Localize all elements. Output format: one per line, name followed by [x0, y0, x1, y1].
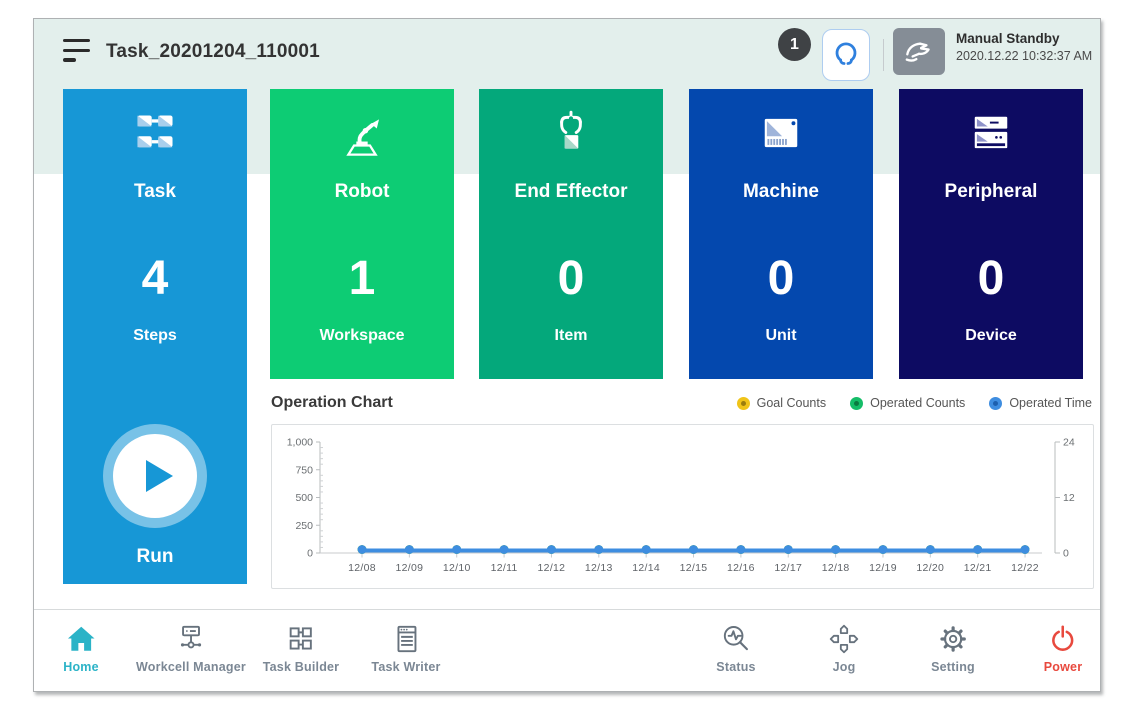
task-steps-icon [63, 103, 247, 163]
app-window: Task_20201204_110001 1 [33, 18, 1101, 692]
card-value: 0 [689, 251, 873, 306]
chart-legend: Goal Counts Operated Counts Operated Tim… [737, 396, 1092, 410]
machine-icon [689, 103, 873, 163]
manual-mode-tile[interactable] [893, 28, 945, 75]
svg-text:12/22: 12/22 [1011, 562, 1039, 574]
nav-item-workcell-manager[interactable]: Workcell Manager [136, 610, 246, 674]
svg-text:12: 12 [1063, 492, 1075, 504]
card-task[interactable]: Task 4 Steps Run [63, 89, 247, 584]
bottom-nav: Home Workcell Manager [34, 610, 1100, 692]
task-builder-icon [284, 622, 318, 656]
run-button[interactable] [103, 424, 207, 528]
svg-text:12/14: 12/14 [632, 562, 660, 574]
operated-counts-dot-icon [850, 397, 863, 410]
play-icon [146, 460, 173, 492]
legend-operated-counts: Operated Counts [850, 396, 965, 410]
card-value: 4 [63, 251, 247, 306]
power-icon [1046, 622, 1080, 656]
nav-item-power[interactable]: Power [1044, 610, 1083, 674]
card-unit: Steps [63, 327, 247, 345]
legend-operated-time: Operated Time [989, 396, 1092, 410]
chart-title: Operation Chart [271, 394, 393, 412]
card-end-effector[interactable]: End Effector 0 Item [479, 89, 663, 379]
operated-time-dot-icon [989, 397, 1002, 410]
run-label: Run [63, 546, 247, 568]
card-value: 0 [899, 251, 1083, 306]
card-name: Task [63, 181, 247, 203]
svg-text:12/09: 12/09 [395, 562, 423, 574]
nav-item-task-writer[interactable]: Task Writer [371, 610, 440, 674]
svg-text:250: 250 [295, 520, 313, 532]
card-unit: Unit [689, 327, 873, 345]
nav-item-home[interactable]: Home [63, 610, 99, 674]
operation-chart: 1,000 750 500 250 0 24 12 0 12/08 12/09 12/10 12/11… [271, 424, 1094, 589]
hamburger-menu-icon[interactable] [63, 39, 90, 64]
task-title: Task_20201204_110001 [106, 41, 320, 63]
status-mode-label: Manual Standby [956, 31, 1092, 46]
task-writer-icon [389, 622, 423, 656]
notification-badge[interactable]: 1 [778, 28, 811, 61]
svg-text:1,000: 1,000 [287, 437, 313, 449]
card-peripheral[interactable]: Peripheral 0 Device [899, 89, 1083, 379]
nav-item-setting[interactable]: Setting [931, 610, 975, 674]
status-datetime: 2020.12.22 10:32:37 AM [956, 49, 1092, 63]
svg-text:12/18: 12/18 [822, 562, 850, 574]
operation-chart-plot: 1,000 750 500 250 0 24 12 0 12/08 12/09 12/10 12/11… [272, 425, 1095, 590]
card-value: 1 [270, 251, 454, 306]
nav-item-task-builder[interactable]: Task Builder [263, 610, 340, 674]
svg-text:12/10: 12/10 [443, 562, 471, 574]
svg-text:12/20: 12/20 [916, 562, 944, 574]
gripper-icon [833, 40, 859, 71]
card-name: Machine [689, 181, 873, 203]
card-name: Peripheral [899, 181, 1083, 203]
svg-text:12/19: 12/19 [869, 562, 897, 574]
legend-goal-counts: Goal Counts [737, 396, 826, 410]
nav-item-status[interactable]: Status [716, 610, 755, 674]
card-machine[interactable]: Machine 0 Unit [689, 89, 873, 379]
card-robot[interactable]: Robot 1 Workspace [270, 89, 454, 379]
svg-text:12/13: 12/13 [585, 562, 613, 574]
svg-text:750: 750 [295, 464, 313, 476]
svg-text:0: 0 [307, 548, 313, 560]
gripper-button[interactable] [822, 29, 870, 81]
svg-text:12/08: 12/08 [348, 562, 376, 574]
setting-icon [936, 622, 970, 656]
svg-text:0: 0 [1063, 548, 1069, 560]
workcell-manager-icon [174, 622, 208, 656]
svg-text:12/21: 12/21 [964, 562, 992, 574]
manual-hand-icon [902, 34, 936, 69]
svg-text:24: 24 [1063, 437, 1075, 449]
svg-text:12/15: 12/15 [680, 562, 708, 574]
topbar-divider [883, 39, 884, 71]
home-icon [64, 622, 98, 656]
card-name: Robot [270, 181, 454, 203]
nav-item-jog[interactable]: Jog [827, 610, 861, 674]
card-unit: Workspace [270, 327, 454, 345]
card-unit: Item [479, 327, 663, 345]
peripheral-rack-icon [899, 103, 1083, 163]
svg-text:12/11: 12/11 [491, 562, 518, 574]
svg-text:12/12: 12/12 [538, 562, 566, 574]
card-name: End Effector [479, 181, 663, 203]
robot-arm-icon [270, 103, 454, 163]
status-icon [719, 622, 753, 656]
robot-status: Manual Standby 2020.12.22 10:32:37 AM [956, 31, 1092, 63]
svg-text:12/16: 12/16 [727, 562, 755, 574]
svg-text:12/17: 12/17 [774, 562, 802, 574]
jog-icon [827, 622, 861, 656]
card-value: 0 [479, 251, 663, 306]
card-unit: Device [899, 327, 1083, 345]
gripper-item-icon [479, 103, 663, 163]
goal-counts-dot-icon [737, 397, 750, 410]
svg-text:500: 500 [295, 492, 313, 504]
